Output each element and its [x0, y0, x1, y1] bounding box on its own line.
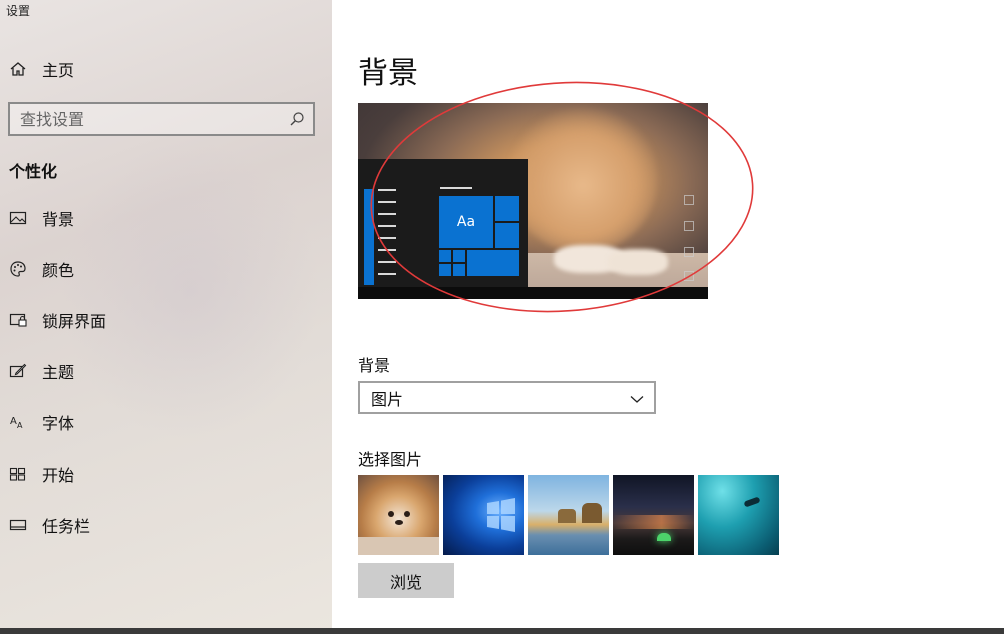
home-icon — [9, 60, 27, 78]
palette-icon — [9, 260, 27, 278]
preview-tile: Aa — [438, 195, 494, 249]
dropdown-value: 图片 — [371, 389, 404, 409]
sidebar-item-label: 任务栏 — [42, 517, 91, 536]
svg-text:A: A — [10, 416, 17, 427]
search-box[interactable] — [8, 102, 315, 136]
thumbnail-beach[interactable] — [528, 475, 609, 555]
thumbnail-night-sky[interactable] — [613, 475, 694, 555]
sidebar-item-theme[interactable]: 主题 — [0, 351, 332, 391]
picture-thumbnails — [358, 475, 788, 555]
sidebar-item-color[interactable]: 颜色 — [0, 249, 332, 289]
font-icon: AA — [9, 413, 27, 431]
window-title: 设置 — [6, 4, 31, 18]
sidebar: 设置 主页 个性化 背景 颜色 锁屏界面 主题 — [0, 0, 332, 634]
windows-logo-icon — [487, 498, 515, 532]
lock-screen-icon — [9, 311, 27, 329]
main-panel: 背景 Aa 背景 图片 选择图片 浏览 — [332, 0, 1004, 634]
nav-home-label: 主页 — [42, 61, 75, 80]
sidebar-item-label: 开始 — [42, 466, 75, 485]
background-label: 背景 — [358, 356, 391, 375]
sidebar-item-label: 字体 — [42, 414, 75, 433]
start-icon — [9, 465, 27, 483]
sidebar-item-label: 锁屏界面 — [42, 312, 107, 331]
sidebar-item-font[interactable]: AA 字体 — [0, 402, 332, 442]
sidebar-item-label: 背景 — [42, 210, 75, 229]
nav-home[interactable]: 主页 — [0, 49, 332, 89]
background-preview: Aa — [358, 103, 708, 299]
sidebar-item-start[interactable]: 开始 — [0, 454, 332, 494]
sidebar-item-background[interactable]: 背景 — [0, 198, 332, 238]
sidebar-item-label: 颜色 — [42, 261, 75, 280]
preview-start-menu: Aa — [358, 159, 528, 287]
thumbnail-underwater[interactable] — [698, 475, 779, 555]
sidebar-item-taskbar[interactable]: 任务栏 — [0, 505, 332, 545]
svg-text:A: A — [17, 421, 23, 430]
theme-icon — [9, 362, 27, 380]
thumbnail-dog[interactable] — [358, 475, 439, 555]
window-bottom-edge — [0, 628, 1004, 634]
browse-button[interactable]: 浏览 — [358, 563, 454, 598]
page-title: 背景 — [358, 56, 418, 91]
section-title: 个性化 — [9, 162, 58, 181]
search-input[interactable] — [10, 109, 289, 129]
sidebar-item-label: 主题 — [42, 363, 75, 382]
chevron-down-icon — [630, 391, 644, 405]
sidebar-item-lock-screen[interactable]: 锁屏界面 — [0, 300, 332, 340]
background-dropdown[interactable]: 图片 — [358, 381, 656, 414]
search-icon[interactable] — [289, 111, 305, 127]
taskbar-icon — [9, 516, 27, 534]
image-icon — [9, 209, 27, 227]
choose-picture-label: 选择图片 — [358, 450, 423, 469]
thumbnail-windows[interactable] — [443, 475, 524, 555]
